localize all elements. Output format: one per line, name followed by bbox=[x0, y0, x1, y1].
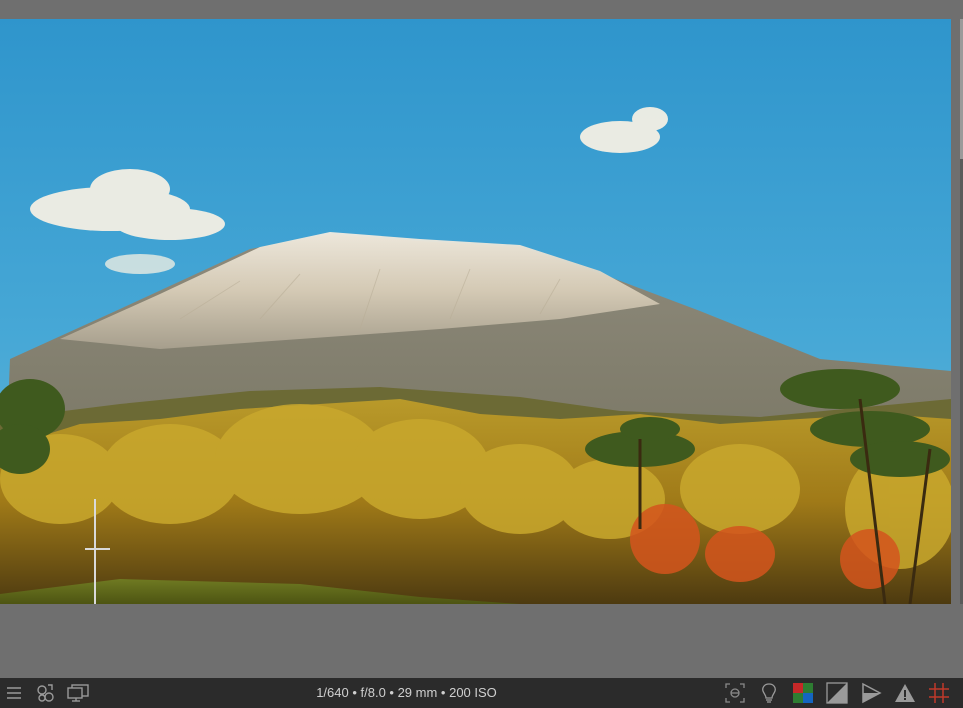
status-bar: 1/640 • f/8.0 • 29 mm • 200 ISO bbox=[0, 678, 963, 708]
warning-icon[interactable] bbox=[893, 681, 917, 705]
exposure-icon[interactable] bbox=[825, 681, 849, 705]
grid-icon[interactable] bbox=[927, 681, 951, 705]
left-toolbar bbox=[2, 678, 90, 708]
right-toolbar bbox=[723, 678, 951, 708]
landscape-photo bbox=[0, 19, 951, 604]
lightbulb-icon[interactable] bbox=[757, 681, 781, 705]
menu-icon[interactable] bbox=[2, 681, 26, 705]
photo-preview[interactable] bbox=[0, 19, 951, 604]
focus-mask-icon[interactable] bbox=[723, 681, 747, 705]
image-viewer bbox=[0, 0, 963, 678]
styles-icon[interactable] bbox=[34, 681, 58, 705]
color-channels-icon[interactable] bbox=[791, 681, 815, 705]
display-icon[interactable] bbox=[66, 681, 90, 705]
exif-summary: 1/640 • f/8.0 • 29 mm • 200 ISO bbox=[316, 685, 497, 700]
clipping-icon[interactable] bbox=[859, 681, 883, 705]
